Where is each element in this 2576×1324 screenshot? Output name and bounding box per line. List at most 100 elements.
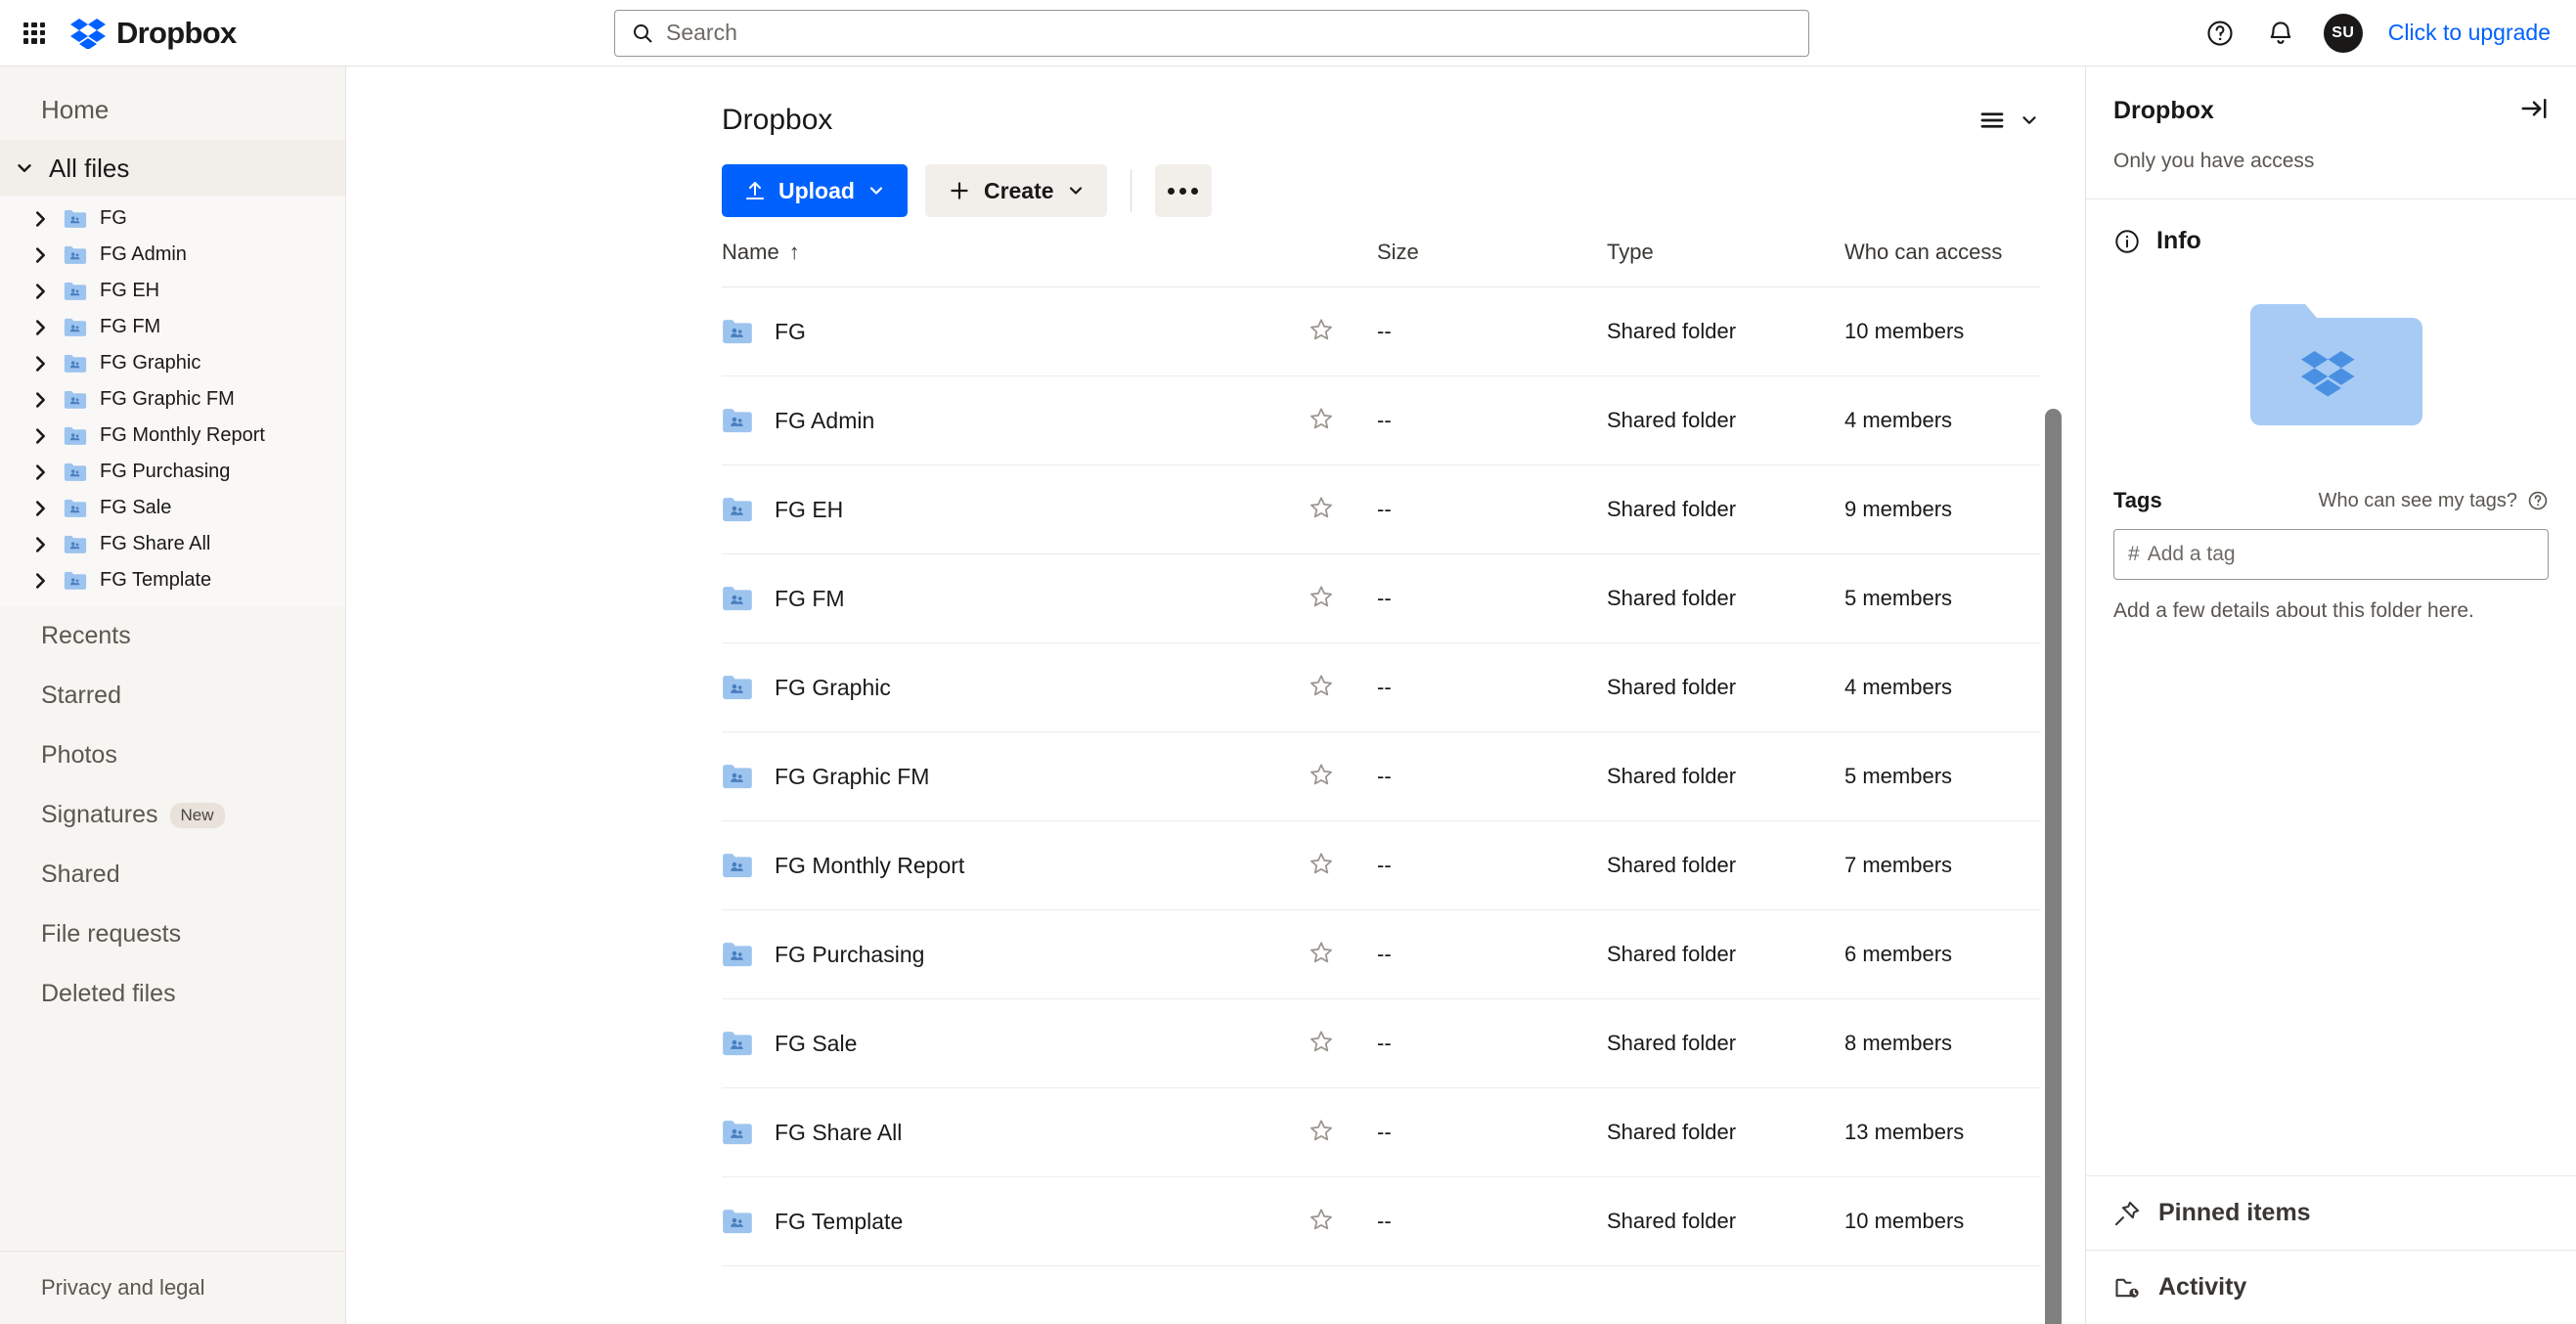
star-icon[interactable] bbox=[1309, 762, 1334, 787]
info-label: Info bbox=[2156, 227, 2201, 255]
sidebar-item-shared[interactable]: Shared bbox=[0, 845, 345, 905]
star-toggle[interactable] bbox=[1309, 1207, 1377, 1237]
sidebar-item-file-requests[interactable]: File requests bbox=[0, 905, 345, 964]
collapse-panel-icon[interactable] bbox=[2519, 94, 2549, 128]
upgrade-link[interactable]: Click to upgrade bbox=[2388, 20, 2551, 46]
chevron-right-icon[interactable] bbox=[29, 317, 51, 338]
sidebar-item-signatures[interactable]: SignaturesNew bbox=[0, 785, 345, 845]
chevron-right-icon[interactable] bbox=[29, 570, 51, 592]
star-toggle[interactable] bbox=[1309, 851, 1377, 881]
sidebar-item-starred[interactable]: Starred bbox=[0, 666, 345, 726]
sidebar-tree-item[interactable]: FG Monthly Report bbox=[0, 418, 345, 454]
sidebar-item-all-files[interactable]: All files bbox=[0, 140, 345, 197]
star-toggle[interactable] bbox=[1309, 495, 1377, 525]
sort-ascending-icon: ↑ bbox=[789, 240, 800, 265]
main-content: Dropbox bbox=[346, 66, 2085, 1324]
sidebar-tree-item[interactable]: FG bbox=[0, 200, 345, 237]
star-toggle[interactable] bbox=[1309, 940, 1377, 970]
star-toggle[interactable] bbox=[1309, 762, 1377, 792]
view-options-button[interactable] bbox=[1977, 106, 2040, 135]
star-toggle[interactable] bbox=[1309, 1118, 1377, 1148]
star-toggle[interactable] bbox=[1309, 584, 1377, 614]
star-toggle[interactable] bbox=[1309, 673, 1377, 703]
star-icon[interactable] bbox=[1309, 584, 1334, 609]
sidebar-item-label: All files bbox=[49, 154, 129, 184]
star-icon[interactable] bbox=[1309, 1118, 1334, 1143]
dropbox-logo-link[interactable]: Dropbox bbox=[70, 16, 237, 51]
column-header-name[interactable]: Name ↑ bbox=[722, 240, 1309, 265]
chevron-down-icon bbox=[14, 157, 35, 179]
file-type: Shared folder bbox=[1607, 1031, 1844, 1056]
sidebar-item-deleted-files[interactable]: Deleted files bbox=[0, 964, 345, 1024]
column-header-size[interactable]: Size bbox=[1377, 240, 1607, 265]
avatar[interactable]: SU bbox=[2324, 14, 2363, 53]
star-icon[interactable] bbox=[1309, 1029, 1334, 1054]
table-row[interactable]: FG FM--Shared folder5 members bbox=[722, 554, 2040, 643]
chevron-right-icon[interactable] bbox=[29, 244, 51, 266]
table-row[interactable]: FG--Shared folder10 members bbox=[722, 287, 2040, 376]
chevron-right-icon[interactable] bbox=[29, 425, 51, 447]
table-row[interactable]: FG Graphic FM--Shared folder5 members bbox=[722, 732, 2040, 821]
table-row[interactable]: FG Template--Shared folder10 members bbox=[722, 1177, 2040, 1266]
pinned-items-section[interactable]: Pinned items bbox=[2086, 1175, 2576, 1250]
star-icon[interactable] bbox=[1309, 495, 1334, 520]
chevron-right-icon[interactable] bbox=[29, 389, 51, 411]
sidebar-tree-item-label: FG Share All bbox=[100, 533, 210, 555]
table-row[interactable]: FG Admin--Shared folder4 members bbox=[722, 376, 2040, 465]
privacy-and-legal-link[interactable]: Privacy and legal bbox=[0, 1251, 345, 1324]
table-row[interactable]: FG Share All--Shared folder13 members bbox=[722, 1088, 2040, 1177]
sidebar-item-home[interactable]: Home bbox=[0, 80, 345, 140]
help-circle-icon[interactable] bbox=[2202, 16, 2238, 51]
sidebar-tree-item[interactable]: FG Sale bbox=[0, 490, 345, 526]
shared-folder-icon bbox=[64, 571, 87, 591]
sidebar-item-recents[interactable]: Recents bbox=[0, 606, 345, 666]
chevron-right-icon[interactable] bbox=[29, 281, 51, 302]
sidebar-tree-item[interactable]: FG Template bbox=[0, 562, 345, 598]
column-header-type[interactable]: Type bbox=[1607, 240, 1844, 265]
column-header-who-can-access[interactable]: Who can access bbox=[1844, 240, 2040, 265]
search-input[interactable] bbox=[666, 20, 1793, 46]
sidebar-tree-item[interactable]: FG EH bbox=[0, 273, 345, 309]
upload-button[interactable]: Upload bbox=[722, 164, 908, 217]
chevron-right-icon[interactable] bbox=[29, 353, 51, 375]
create-button[interactable]: Create bbox=[925, 164, 1107, 217]
sidebar-tree-item[interactable]: FG FM bbox=[0, 309, 345, 345]
chevron-right-icon[interactable] bbox=[29, 498, 51, 519]
star-icon[interactable] bbox=[1309, 940, 1334, 965]
table-row[interactable]: FG EH--Shared folder9 members bbox=[722, 465, 2040, 554]
activity-section[interactable]: Activity bbox=[2086, 1250, 2576, 1324]
dropbox-folder-illustration bbox=[2086, 255, 2576, 488]
search-box[interactable] bbox=[614, 10, 1809, 57]
table-row[interactable]: FG Sale--Shared folder8 members bbox=[722, 999, 2040, 1088]
sidebar-tree-item[interactable]: FG Graphic bbox=[0, 345, 345, 381]
file-size: -- bbox=[1377, 1031, 1607, 1056]
apps-grid-icon[interactable] bbox=[20, 19, 49, 48]
add-tag-input[interactable] bbox=[2148, 543, 2534, 566]
chevron-right-icon[interactable] bbox=[29, 208, 51, 230]
star-icon[interactable] bbox=[1309, 406, 1334, 431]
notifications-bell-icon[interactable] bbox=[2263, 16, 2298, 51]
tags-label: Tags bbox=[2113, 488, 2162, 513]
star-icon[interactable] bbox=[1309, 673, 1334, 698]
star-toggle[interactable] bbox=[1309, 406, 1377, 436]
sidebar-tree-item[interactable]: FG Graphic FM bbox=[0, 381, 345, 418]
table-row[interactable]: FG Graphic--Shared folder4 members bbox=[722, 643, 2040, 732]
star-toggle[interactable] bbox=[1309, 317, 1377, 347]
table-row[interactable]: FG Monthly Report--Shared folder7 member… bbox=[722, 821, 2040, 910]
star-toggle[interactable] bbox=[1309, 1029, 1377, 1059]
star-icon[interactable] bbox=[1309, 851, 1334, 876]
sidebar-tree-item[interactable]: FG Share All bbox=[0, 526, 345, 562]
sidebar-tree-item[interactable]: FG Admin bbox=[0, 237, 345, 273]
vertical-scrollbar[interactable] bbox=[2045, 409, 2062, 1324]
chevron-right-icon[interactable] bbox=[29, 462, 51, 483]
sidebar-tree-item[interactable]: FG Purchasing bbox=[0, 454, 345, 490]
sidebar-item-photos[interactable]: Photos bbox=[0, 726, 345, 785]
more-actions-button[interactable] bbox=[1155, 164, 1212, 217]
tags-help-link[interactable]: Who can see my tags? bbox=[2319, 490, 2549, 512]
star-icon[interactable] bbox=[1309, 1207, 1334, 1232]
add-tag-input-wrapper[interactable]: # bbox=[2113, 529, 2549, 580]
chevron-right-icon[interactable] bbox=[29, 534, 51, 555]
table-row[interactable]: FG Purchasing--Shared folder6 members bbox=[722, 910, 2040, 999]
star-icon[interactable] bbox=[1309, 317, 1334, 342]
shared-folder-icon bbox=[64, 390, 87, 410]
